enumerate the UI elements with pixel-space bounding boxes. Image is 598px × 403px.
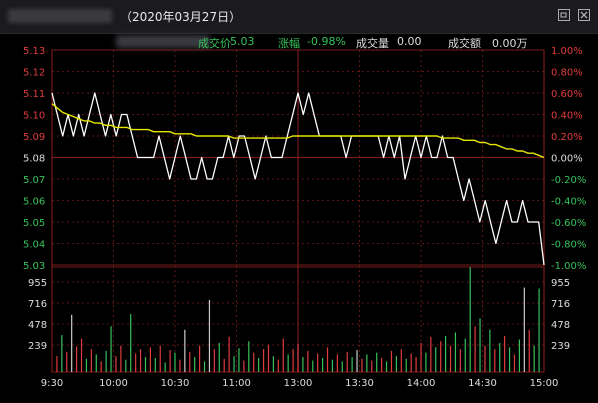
time-tick-label: 13:00 xyxy=(284,378,313,389)
volume-tick-label-right: 716 xyxy=(551,299,570,310)
pct-tick-label: 0.40% xyxy=(551,111,583,122)
price-tick-label: 5.06 xyxy=(23,197,45,208)
price-tick-label: 5.13 xyxy=(23,46,45,57)
volume-tick-label: 478 xyxy=(28,320,47,331)
time-tick-label: 14:00 xyxy=(407,378,436,389)
price-tick-label: 5.03 xyxy=(23,261,45,272)
volume-tick-label: 716 xyxy=(28,299,47,310)
price-tick-label: 5.04 xyxy=(23,240,45,251)
time-tick-label: 10:30 xyxy=(161,378,190,389)
pct-tick-label: 0.60% xyxy=(551,89,583,100)
price-tick-label: 5.11 xyxy=(23,89,45,100)
pct-tick-label: -1.00% xyxy=(551,261,586,272)
price-tick-label: 5.09 xyxy=(23,132,45,143)
time-tick-label: 11:00 xyxy=(222,378,251,389)
pct-tick-label: -0.80% xyxy=(551,240,586,251)
time-tick-label: 9:30 xyxy=(41,378,63,389)
price-tick-label: 5.07 xyxy=(23,175,45,186)
pct-tick-label: 0.80% xyxy=(551,68,583,79)
time-tick-label: 10:00 xyxy=(99,378,128,389)
intraday-chart: 5.13 1.00% 5.12 0.80% 5.11 0.60% 5.10 0.40% 5.09… xyxy=(23,46,586,389)
volume-tick-label-right: 955 xyxy=(551,278,570,289)
volume-tick-label: 239 xyxy=(28,341,47,352)
pct-tick-label: 1.00% xyxy=(551,46,583,57)
pct-tick-label: -0.60% xyxy=(551,218,586,229)
pct-tick-label: 0.20% xyxy=(551,132,583,143)
volume-tick-label-right: 239 xyxy=(551,341,570,352)
price-tick-label: 5.08 xyxy=(23,154,45,165)
time-tick-label: 13:30 xyxy=(345,378,374,389)
volume-tick-label-right: 478 xyxy=(551,320,570,331)
price-tick-label: 5.12 xyxy=(23,68,45,79)
pct-tick-label: -0.40% xyxy=(551,197,586,208)
time-tick-label: 15:00 xyxy=(530,378,559,389)
time-tick-label: 14:30 xyxy=(468,378,497,389)
price-tick-label: 5.10 xyxy=(23,111,45,122)
pct-tick-label: -0.20% xyxy=(551,175,586,186)
volume-tick-label: 955 xyxy=(28,278,47,289)
pct-tick-label: 0.00% xyxy=(551,154,583,165)
price-tick-label: 5.05 xyxy=(23,218,45,229)
